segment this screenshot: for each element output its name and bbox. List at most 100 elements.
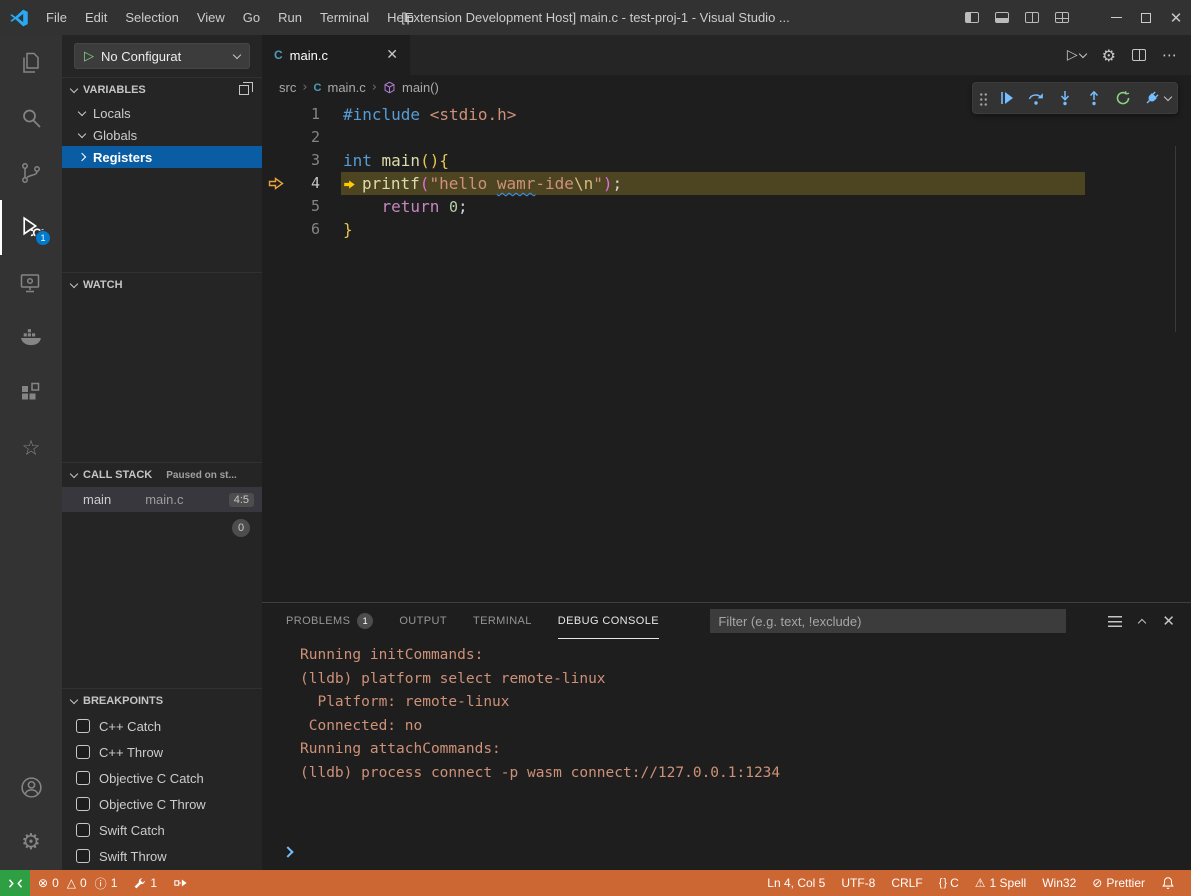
menu-go[interactable]: Go (234, 5, 269, 30)
gutter-glyph[interactable] (262, 126, 290, 149)
continue-button[interactable] (994, 85, 1020, 111)
docker-icon[interactable] (0, 310, 62, 365)
explorer-icon[interactable] (0, 35, 62, 90)
close-tab-icon[interactable]: ✕ (386, 47, 398, 63)
line-number[interactable]: 1 (290, 103, 320, 126)
debug-launch-status[interactable] (165, 870, 196, 896)
line-number[interactable]: 5 (290, 195, 320, 218)
gutter-glyph[interactable] (262, 195, 290, 218)
maximize-panel-icon[interactable] (1138, 618, 1146, 626)
stack-frame-row[interactable]: main main.c 4:5 (62, 487, 262, 512)
code-text[interactable]: } (320, 218, 353, 241)
current-frame-arrow-icon[interactable] (262, 172, 290, 195)
breakpoint-row[interactable]: Swift Catch (62, 817, 262, 843)
breakpoint-row[interactable]: C++ Catch (62, 713, 262, 739)
maximize-button[interactable] (1131, 0, 1161, 35)
breakpoint-checkbox[interactable] (76, 797, 90, 811)
encoding-status[interactable]: UTF-8 (833, 876, 883, 890)
gear-icon[interactable]: ⚙ (1102, 46, 1116, 65)
console-options-icon[interactable] (1108, 616, 1122, 627)
split-editor-icon[interactable] (1132, 49, 1146, 61)
problems-status[interactable]: ⊗ 0 △ 0 ⓘ 1 (30, 870, 125, 896)
restart-button[interactable] (1110, 85, 1136, 111)
gutter-glyph[interactable] (262, 218, 290, 241)
step-out-button[interactable] (1081, 85, 1107, 111)
code-text[interactable]: printf("hello wamr-ide\n"); (320, 172, 622, 195)
breakpoint-checkbox[interactable] (76, 745, 90, 759)
code-text[interactable]: #include <stdio.h> (320, 103, 516, 126)
start-debug-icon[interactable]: ▷ (84, 50, 94, 63)
run-and-debug-icon[interactable]: 1 (0, 200, 62, 255)
line-number[interactable]: 2 (290, 126, 320, 149)
minimize-button[interactable] (1101, 0, 1131, 35)
step-over-button[interactable] (1023, 85, 1049, 111)
variables-item-locals[interactable]: Locals (62, 102, 262, 124)
code-text[interactable] (320, 126, 343, 149)
breakpoint-row[interactable]: Objective C Throw (62, 791, 262, 817)
breadcrumb-symbol[interactable]: main() (402, 80, 439, 95)
console-filter-input[interactable] (710, 609, 1066, 633)
watch-header[interactable]: WATCH (62, 273, 262, 297)
breadcrumb-file[interactable]: main.c (328, 80, 366, 95)
breakpoint-checkbox[interactable] (76, 849, 90, 863)
breakpoint-row[interactable]: C++ Throw (62, 739, 262, 765)
breadcrumb-folder[interactable]: src (279, 80, 296, 95)
drag-handle-icon[interactable] (979, 91, 988, 106)
run-file-button[interactable]: ▷ (1067, 47, 1086, 63)
spell-status[interactable]: ⚠ 1 Spell (967, 876, 1034, 890)
menu-file[interactable]: File (37, 5, 76, 30)
customize-layout-icon[interactable] (1047, 0, 1077, 35)
variables-item-registers[interactable]: Registers (62, 146, 262, 168)
remote-explorer-icon[interactable] (0, 255, 62, 310)
remote-indicator[interactable] (0, 870, 30, 896)
variables-actions-icon[interactable] (239, 85, 249, 95)
close-button[interactable]: ✕ (1161, 0, 1191, 35)
language-mode[interactable]: { } C (931, 876, 967, 890)
settings-gear-icon[interactable]: ⚙ (0, 815, 62, 870)
breakpoint-row[interactable]: Objective C Catch (62, 765, 262, 791)
disconnect-button[interactable] (1139, 85, 1165, 111)
panel-tab-problems[interactable]: PROBLEMS1 (286, 603, 373, 639)
panel-tab-terminal[interactable]: TERMINAL (473, 603, 532, 639)
toggle-sidebar-icon[interactable] (957, 0, 987, 35)
breakpoints-header[interactable]: BREAKPOINTS (62, 689, 262, 713)
menu-view[interactable]: View (188, 5, 234, 30)
gutter-glyph[interactable] (262, 103, 290, 126)
line-number[interactable]: 4 (290, 172, 320, 195)
tab-main-c[interactable]: C main.c ✕ (262, 35, 410, 75)
line-number[interactable]: 6 (290, 218, 320, 241)
notifications-bell[interactable] (1153, 876, 1183, 890)
menu-selection[interactable]: Selection (116, 5, 187, 30)
debug-config-dropdown[interactable]: ▷ No Configurat (74, 43, 250, 69)
more-actions-icon[interactable]: ⋯ (1162, 46, 1177, 64)
code-editor[interactable]: 1#include <stdio.h>23int main(){4printf(… (262, 100, 1191, 602)
breakpoint-row[interactable]: Swift Throw (62, 843, 262, 869)
search-icon[interactable] (0, 90, 62, 145)
platform-status[interactable]: Win32 (1034, 876, 1084, 890)
breakpoint-checkbox[interactable] (76, 823, 90, 837)
toggle-panel-icon[interactable] (987, 0, 1017, 35)
panel-tab-debug-console[interactable]: DEBUG CONSOLE (558, 603, 659, 639)
breakpoint-checkbox[interactable] (76, 719, 90, 733)
cursor-position[interactable]: Ln 4, Col 5 (759, 876, 833, 890)
step-into-button[interactable] (1052, 85, 1078, 111)
extensions-icon[interactable] (0, 365, 62, 420)
console-input-prompt[interactable] (284, 843, 292, 861)
menu-terminal[interactable]: Terminal (311, 5, 378, 30)
toggle-secondary-sidebar-icon[interactable] (1017, 0, 1047, 35)
variables-header[interactable]: VARIABLES (62, 78, 262, 102)
breakpoint-checkbox[interactable] (76, 771, 90, 785)
chevron-down-icon[interactable] (1164, 92, 1172, 100)
menu-edit[interactable]: Edit (76, 5, 116, 30)
toolchain-status[interactable]: 1 (125, 870, 165, 896)
close-panel-icon[interactable]: ✕ (1162, 612, 1175, 630)
menu-run[interactable]: Run (269, 5, 311, 30)
formatter-status[interactable]: ⊘ Prettier (1084, 876, 1153, 890)
variables-item-globals[interactable]: Globals (62, 124, 262, 146)
source-control-icon[interactable] (0, 145, 62, 200)
code-text[interactable]: return 0; (320, 195, 468, 218)
code-text[interactable]: int main(){ (320, 149, 449, 172)
line-number[interactable]: 3 (290, 149, 320, 172)
account-icon[interactable] (0, 760, 62, 815)
gutter-glyph[interactable] (262, 149, 290, 172)
